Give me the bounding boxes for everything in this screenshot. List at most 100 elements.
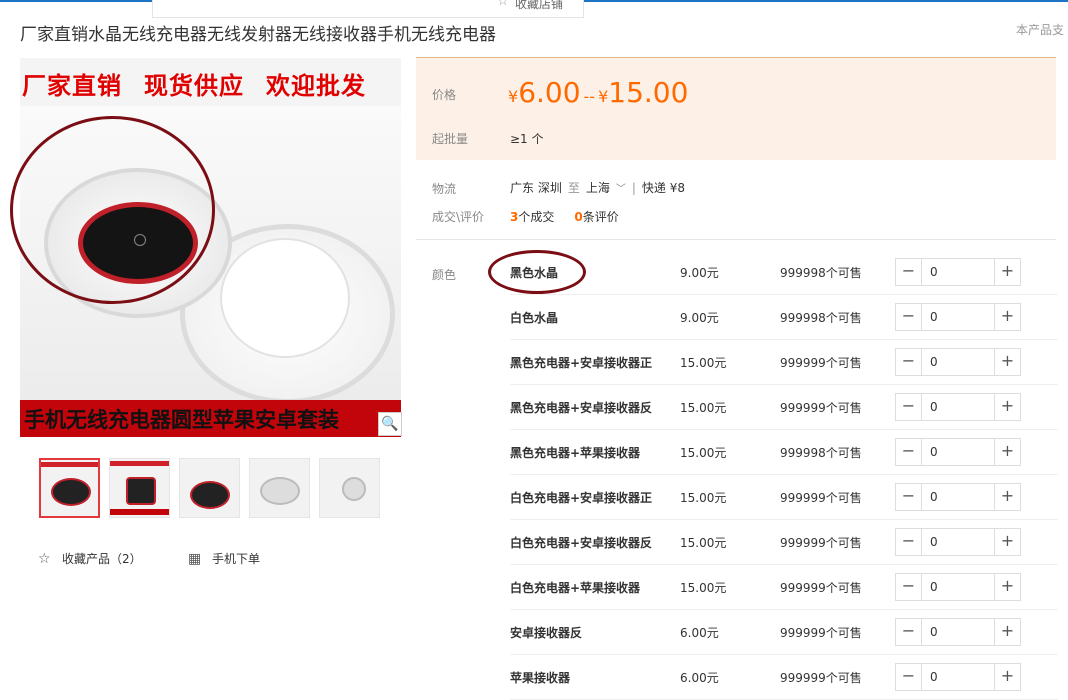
quantity-stepper: −0 + xyxy=(895,438,1021,466)
sku-row: 黑色充电器+苹果接收器 15.00元 999998个可售 −0 + xyxy=(510,430,1058,475)
decrease-button[interactable]: − xyxy=(896,484,922,510)
favorite-product-button[interactable]: ☆ 收藏产品（2） xyxy=(38,550,142,567)
sku-price: 9.00元 xyxy=(680,266,719,280)
quantity-input[interactable]: 0 xyxy=(930,310,938,324)
thumbnail[interactable] xyxy=(249,458,310,518)
sku-name: 白色充电器+安卓接收器反 xyxy=(510,536,653,550)
thumbnail-product xyxy=(126,477,156,505)
promo-text: 欢迎批发 xyxy=(266,72,366,100)
sku-stock: 999999个可售 xyxy=(780,626,862,640)
star-icon: ☆ xyxy=(38,551,51,567)
deal-review-label: 成交\评价 xyxy=(432,210,485,224)
thumbnail-banner xyxy=(110,461,169,466)
increase-button[interactable]: + xyxy=(994,439,1020,465)
decrease-button[interactable]: − xyxy=(896,349,922,375)
qr-code-icon: ▦ xyxy=(188,551,202,567)
decrease-button[interactable]: − xyxy=(896,394,922,420)
divider: | xyxy=(631,181,636,195)
increase-button[interactable]: + xyxy=(994,529,1020,555)
quantity-stepper: −0 + xyxy=(895,303,1021,331)
increase-button[interactable]: + xyxy=(994,484,1020,510)
thumbnail[interactable] xyxy=(179,458,240,518)
sku-stock: 999999个可售 xyxy=(780,581,862,595)
reviews-link[interactable]: 0条评价 xyxy=(574,210,618,224)
price-range: ¥6.00 -- ¥15.00 xyxy=(508,76,688,109)
reviews-count: 0 xyxy=(574,210,583,224)
decrease-button[interactable]: − xyxy=(896,304,922,330)
thumbnail-banner xyxy=(41,462,98,467)
quantity-input[interactable]: 0 xyxy=(930,445,938,459)
decrease-button[interactable]: − xyxy=(896,619,922,645)
sku-name: 黑色充电器+安卓接收器正 xyxy=(510,356,653,370)
increase-button[interactable]: + xyxy=(994,664,1020,690)
price-panel: 价格 ¥6.00 -- ¥15.00 起批量 ≥1 个 xyxy=(416,57,1056,160)
quantity-stepper: −0 + xyxy=(895,258,1021,286)
quantity-input[interactable]: 0 xyxy=(930,490,938,504)
decrease-button[interactable]: − xyxy=(896,664,922,690)
sku-name: 安卓接收器反 xyxy=(510,626,583,640)
sku-name: 黑色充电器+安卓接收器反 xyxy=(510,401,653,415)
decrease-button[interactable]: − xyxy=(896,529,922,555)
currency-symbol: ¥ xyxy=(598,87,609,106)
logistics-panel: 物流 广东 深圳至上海 ﹀ | 快递 ¥8 成交\评价 3个成交 0条评价 xyxy=(416,160,1056,240)
thumbnail-product xyxy=(51,478,91,506)
sku-row: 黑色水晶 9.00元 999998个可售 −0 + xyxy=(488,250,1058,295)
logistics-label: 物流 xyxy=(432,182,457,196)
increase-button[interactable]: + xyxy=(994,394,1020,420)
reviews-text: 条评价 xyxy=(582,210,619,224)
sku-price: 6.00元 xyxy=(680,626,719,640)
thumbnail-product xyxy=(260,477,300,505)
increase-button[interactable]: + xyxy=(994,349,1020,375)
sku-price: 15.00元 xyxy=(680,446,727,460)
sku-stock: 999998个可售 xyxy=(780,446,862,460)
deal-review-stats: 3个成交 0条评价 xyxy=(510,208,619,225)
zoom-magnifier-icon[interactable]: 🔍 xyxy=(378,412,402,436)
sku-stock: 999999个可售 xyxy=(780,401,862,415)
logistics-route: 广东 深圳至上海 ﹀ | 快递 ¥8 xyxy=(510,179,685,196)
price-separator: -- xyxy=(583,87,596,106)
sku-name: 黑色充电器+苹果接收器 xyxy=(510,446,641,460)
favorite-store-popup: ☆ 收藏店铺 xyxy=(152,0,584,18)
thumbnail[interactable] xyxy=(39,458,100,518)
origin-city: 广东 深圳 xyxy=(510,181,562,195)
sku-name: 白色水晶 xyxy=(510,311,559,325)
quantity-stepper: −0 + xyxy=(895,348,1021,376)
color-label: 颜色 xyxy=(432,268,457,282)
increase-button[interactable]: + xyxy=(994,574,1020,600)
decrease-button[interactable]: − xyxy=(896,574,922,600)
quantity-input[interactable]: 0 xyxy=(930,355,938,369)
increase-button[interactable]: + xyxy=(994,619,1020,645)
sku-price: 15.00元 xyxy=(680,536,727,550)
thumbnail[interactable] xyxy=(319,458,380,518)
decrease-button[interactable]: − xyxy=(896,259,922,285)
mobile-order-button[interactable]: ▦ 手机下单 xyxy=(188,550,260,567)
increase-button[interactable]: + xyxy=(994,304,1020,330)
quantity-input[interactable]: 0 xyxy=(930,535,938,549)
destination-select[interactable]: 上海 ﹀ xyxy=(586,181,626,195)
sku-row: 安卓接收器反 6.00元 999999个可售 −0 + xyxy=(510,610,1058,655)
quantity-input[interactable]: 0 xyxy=(930,265,938,279)
sku-stock: 999998个可售 xyxy=(780,266,862,280)
sku-stock: 999998个可售 xyxy=(780,311,862,325)
thumbnail[interactable] xyxy=(109,458,170,518)
annotation-circle xyxy=(488,250,586,294)
deals-link[interactable]: 3个成交 xyxy=(510,210,554,224)
sku-row: 白色充电器+安卓接收器反 15.00元 999999个可售 −0 + xyxy=(510,520,1058,565)
quantity-input[interactable]: 0 xyxy=(930,670,938,684)
quantity-input[interactable]: 0 xyxy=(930,580,938,594)
decrease-button[interactable]: − xyxy=(896,439,922,465)
white-charger-center xyxy=(220,238,350,358)
product-title: 厂家直销水晶无线充电器无线发射器无线接收器手机无线充电器 xyxy=(20,25,496,45)
favorite-store-link[interactable]: 收藏店铺 xyxy=(515,0,563,12)
quantity-input[interactable]: 0 xyxy=(930,400,938,414)
increase-button[interactable]: + xyxy=(994,259,1020,285)
sku-name: 白色充电器+苹果接收器 xyxy=(510,581,641,595)
express-fee: 快递 ¥8 xyxy=(641,181,685,195)
promo-banner-top: 厂家直销 现货供应 欢迎批发 xyxy=(22,66,401,101)
currency-symbol: ¥ xyxy=(508,87,519,106)
star-icon: ☆ xyxy=(497,0,509,9)
quantity-input[interactable]: 0 xyxy=(930,625,938,639)
thumbnail-product xyxy=(190,481,230,509)
quantity-stepper: −0 + xyxy=(895,483,1021,511)
price-label: 价格 xyxy=(432,88,457,102)
